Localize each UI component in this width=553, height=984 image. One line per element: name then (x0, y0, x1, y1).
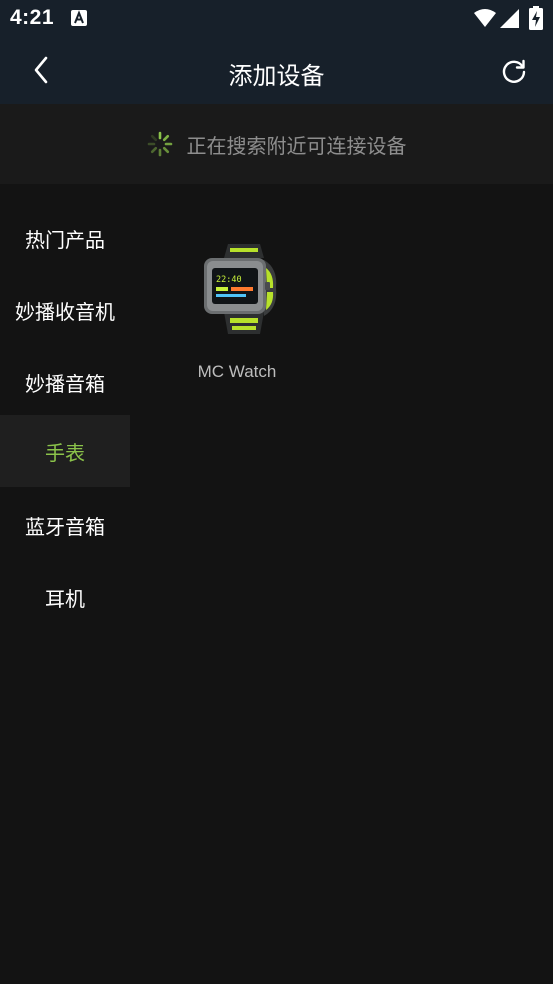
category-bluetooth-speaker[interactable]: 蓝牙音箱 (0, 489, 130, 561)
wifi-icon (474, 9, 496, 27)
smartwatch-image: 22:40 (204, 244, 277, 334)
refresh-button[interactable] (494, 52, 534, 92)
search-status-banner: 正在搜索附近可连接设备 (0, 104, 553, 184)
device-name: MC Watch (197, 362, 277, 381)
status-time: 4:21 (10, 6, 55, 29)
category-sidebar: 热门产品 妙播收音机 妙播音箱 手表 蓝牙音箱 耳机 (0, 184, 130, 984)
refresh-icon (502, 59, 526, 83)
device-card-mc-watch[interactable]: 22:40 MC Watch (172, 230, 302, 390)
loading-spinner-icon (147, 131, 172, 157)
status-bar: 4:21 (0, 0, 553, 38)
battery-charging-icon (529, 6, 543, 30)
notification-a-icon (71, 10, 87, 26)
page-title: 添加设备 (228, 62, 325, 90)
category-watch[interactable]: 手表 (0, 415, 130, 487)
category-hot-products[interactable]: 热门产品 (0, 202, 130, 274)
category-speaker[interactable]: 妙播音箱 (0, 346, 130, 418)
app-header: 添加设备 (0, 38, 553, 104)
category-radio[interactable]: 妙播收音机 (0, 274, 130, 346)
category-earphones[interactable]: 耳机 (0, 561, 130, 633)
signal-icon (500, 9, 519, 28)
watch-screen-time: 22:40 (216, 275, 242, 285)
search-status-text: 正在搜索附近可连接设备 (186, 133, 407, 158)
